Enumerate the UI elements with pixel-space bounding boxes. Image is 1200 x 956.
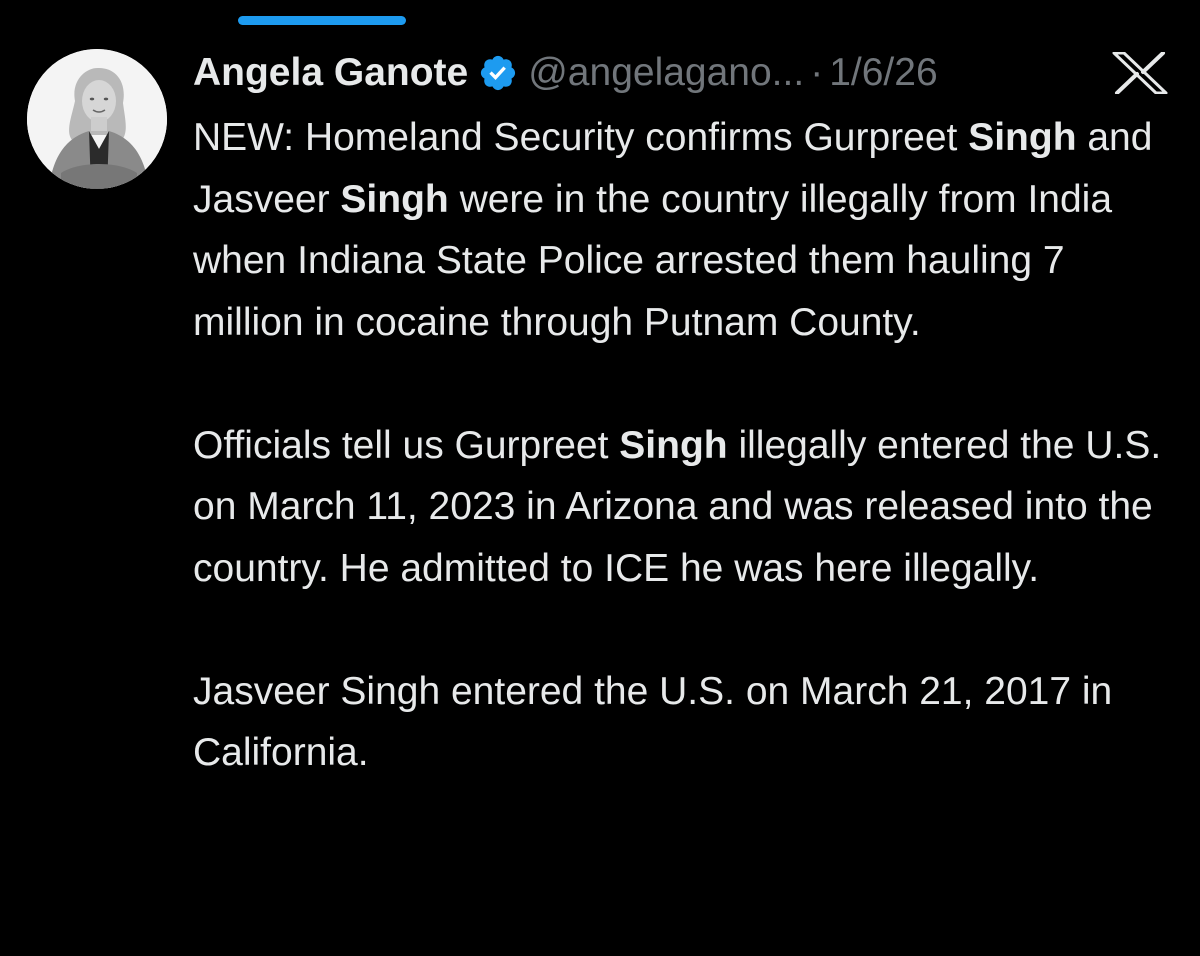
author-name[interactable]: Angela Ganote — [193, 51, 468, 95]
text-segment: Officials tell us Gurpreet — [193, 423, 620, 467]
text-segment: NEW: Homeland Security confirms Gurpreet — [193, 116, 969, 159]
tweet-date[interactable]: 1/6/26 — [829, 51, 937, 95]
tweet-paragraph-2: Officials tell us Gurpreet Singh illegal… — [193, 415, 1183, 600]
text-segment: Jasveer Singh entered the U.S. on March … — [193, 669, 1113, 775]
profile-photo — [27, 49, 167, 189]
highlighted-word: Singh — [619, 423, 728, 467]
highlighted-word: Singh — [340, 177, 449, 221]
highlighted-word: Singh — [968, 116, 1077, 159]
tweet-text: NEW: Homeland Security confirms Gurpreet… — [193, 107, 1183, 784]
active-tab-indicator — [238, 16, 406, 25]
header-separator: · — [810, 51, 824, 94]
tweet-header: Angela Ganote @angelagano... · 1/6/26 — [193, 48, 938, 98]
verified-badge-icon — [478, 53, 518, 93]
avatar[interactable] — [27, 49, 167, 189]
tweet-paragraph-1: NEW: Homeland Security confirms Gurpreet… — [193, 107, 1183, 353]
tweet-paragraph-3: Jasveer Singh entered the U.S. on March … — [193, 661, 1183, 784]
author-handle[interactable]: @angelagano... — [528, 51, 804, 95]
x-logo-icon — [1111, 52, 1169, 94]
